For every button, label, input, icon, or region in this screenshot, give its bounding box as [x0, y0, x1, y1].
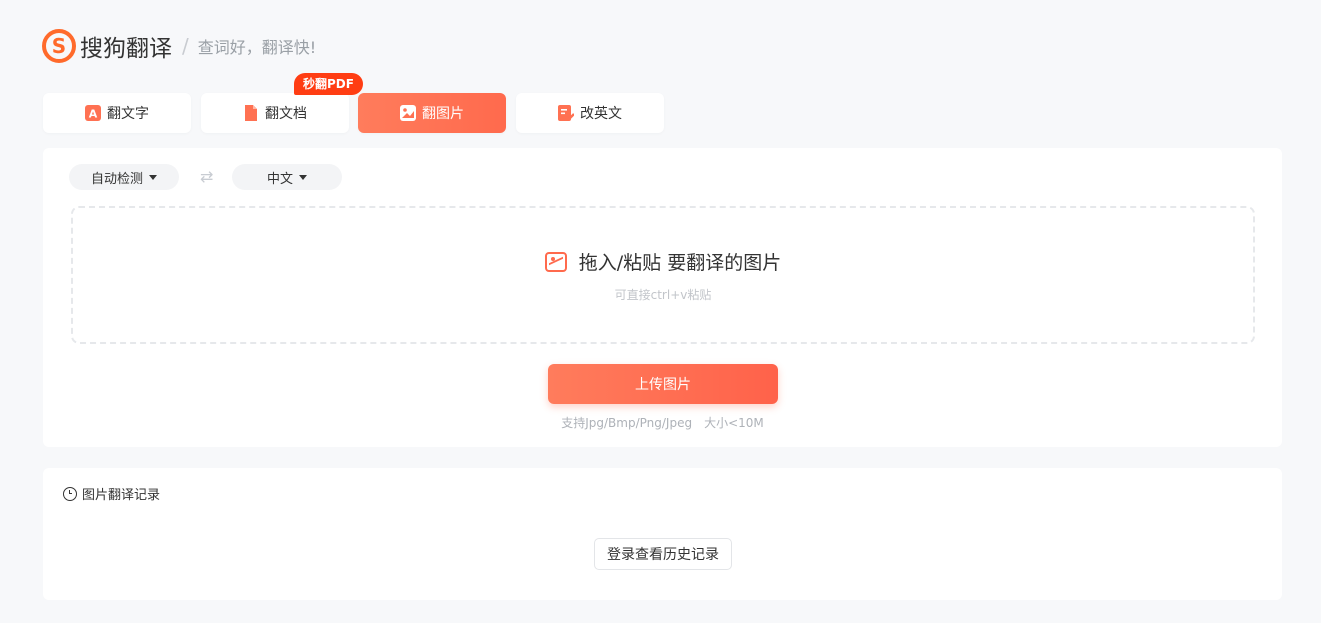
- document-icon: [245, 105, 257, 121]
- supported-formats: 支持Jpg/Bmp/Png/Jpeg 大小<10M: [43, 414, 1282, 431]
- tab-edit-english[interactable]: 改英文: [516, 93, 664, 133]
- header-separator: /: [182, 34, 189, 58]
- target-language-label: 中文: [266, 171, 293, 187]
- svg-text:A: A: [89, 108, 98, 121]
- paste-hint: 可直接ctrl+v粘贴: [614, 288, 712, 302]
- app-name[interactable]: 搜狗翻译: [80, 29, 172, 63]
- clock-icon: [63, 486, 77, 501]
- source-language-select[interactable]: 自动检测: [69, 164, 179, 190]
- image-icon: [400, 105, 416, 121]
- history-title-text: 图片翻译记录: [82, 488, 161, 503]
- image-translate-panel: 自动检测 ⇄ 中文 拖入/粘贴 要翻译的图片 可直接ctrl+v粘贴 上传图片 …: [43, 148, 1282, 447]
- tab-translate-text[interactable]: A 翻文字: [43, 93, 191, 133]
- drop-title: 拖入/粘贴 要翻译的图片: [73, 248, 1253, 275]
- slogan: 查词好，翻译快!: [197, 38, 317, 57]
- logo-letter: S: [51, 34, 67, 58]
- history-panel: 图片翻译记录 登录查看历史记录: [43, 468, 1282, 600]
- history-title: 图片翻译记录: [63, 484, 160, 503]
- image-drop-zone[interactable]: 拖入/粘贴 要翻译的图片 可直接ctrl+v粘贴: [71, 206, 1255, 344]
- tab-translate-document[interactable]: 翻文档: [201, 93, 349, 133]
- tab-label: 翻文字: [107, 106, 149, 122]
- caret-down-icon: [149, 174, 157, 180]
- picture-icon: [544, 251, 567, 272]
- tab-label: 改英文: [580, 106, 622, 122]
- format-list: 支持Jpg/Bmp/Png/Jpeg: [561, 416, 693, 430]
- caret-down-icon: [299, 174, 307, 180]
- edit-check-icon: [558, 105, 574, 121]
- swap-languages-icon[interactable]: ⇄: [200, 167, 213, 186]
- size-limit: 大小<10M: [704, 416, 764, 430]
- source-language-label: 自动检测: [90, 171, 143, 187]
- tab-translate-image[interactable]: 翻图片: [358, 93, 506, 133]
- upload-image-button[interactable]: 上传图片: [548, 364, 778, 404]
- site-header: S 搜狗翻译 / 查词好，翻译快!: [42, 28, 316, 64]
- tab-label: 翻文档: [265, 106, 307, 122]
- login-view-history-button[interactable]: 登录查看历史记录: [594, 538, 732, 570]
- tab-label: 翻图片: [422, 106, 464, 122]
- drop-title-text: 拖入/粘贴 要翻译的图片: [578, 252, 782, 274]
- target-language-select[interactable]: 中文: [232, 164, 342, 190]
- sogou-logo-icon[interactable]: S: [42, 29, 76, 63]
- text-a-icon: A: [85, 105, 101, 121]
- pdf-badge[interactable]: 秒翻PDF: [294, 73, 363, 95]
